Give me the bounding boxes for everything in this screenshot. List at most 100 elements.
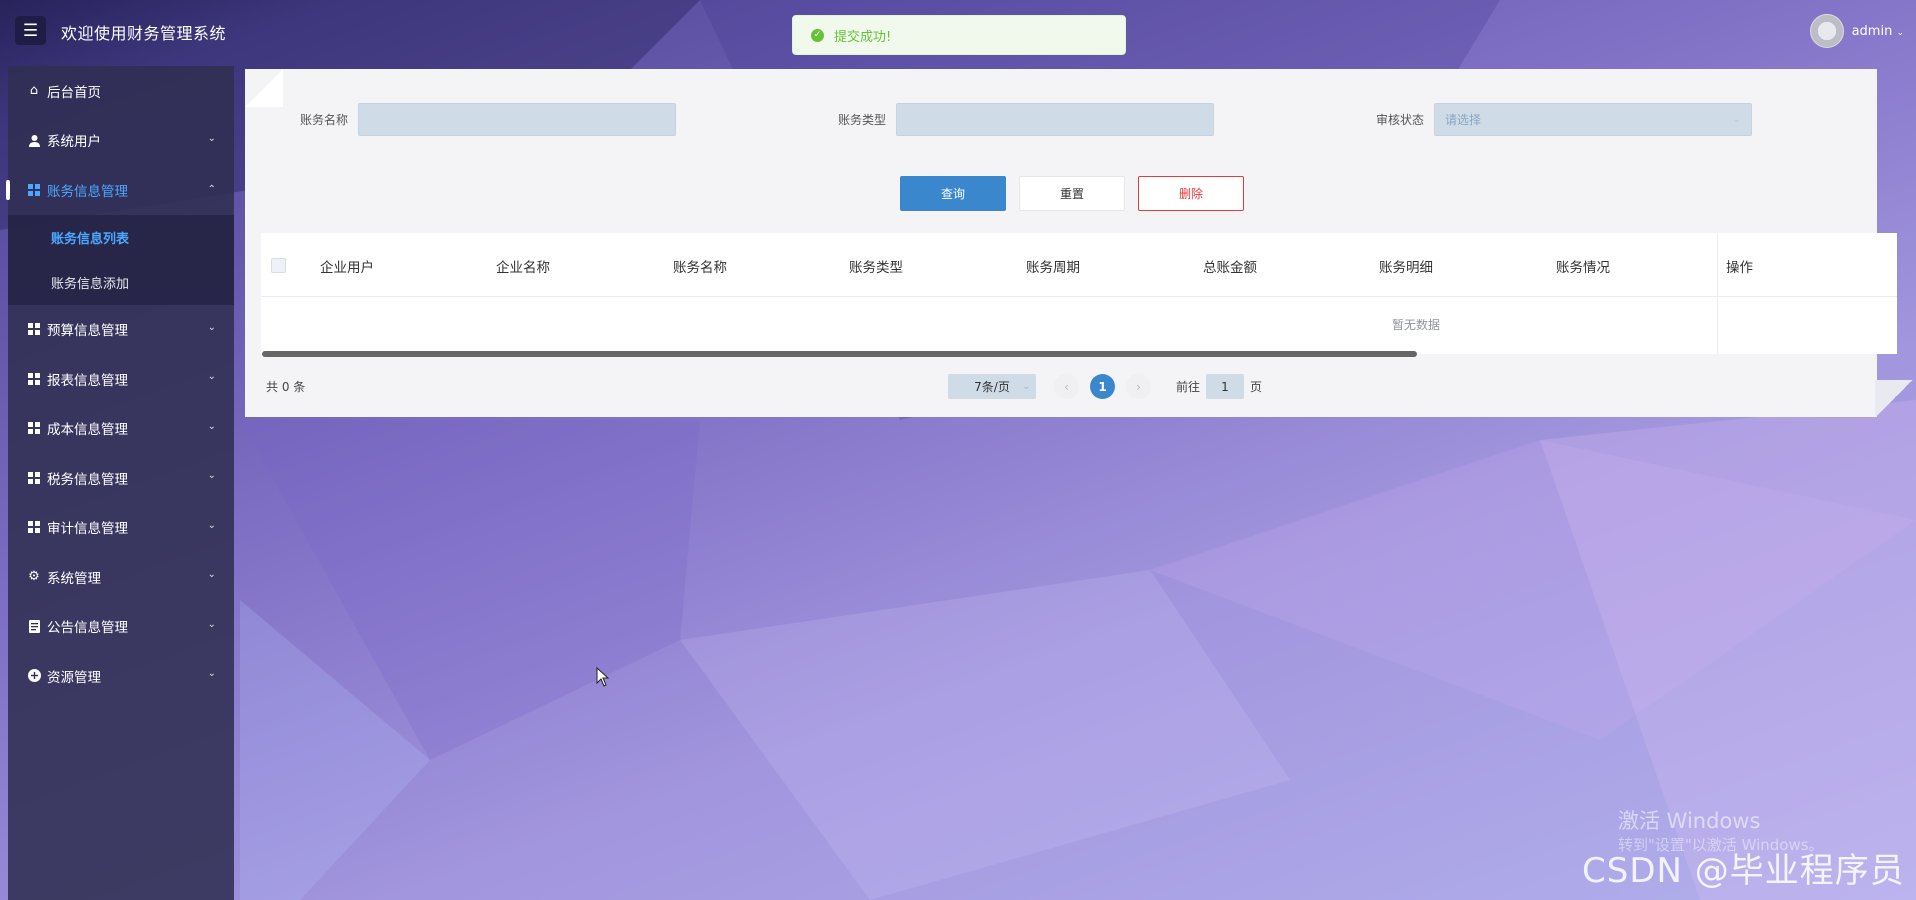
chevron-down-icon: ⌄ [207,668,216,679]
mouse-cursor-icon [596,667,610,687]
sidebar-item-cost[interactable]: 成本信息管理 ⌄ [8,404,234,454]
csdn-watermark: CSDN @毕业程序员 [1582,851,1905,891]
app-title: 欢迎使用财务管理系统 [61,24,227,43]
success-check-icon: ✓ [811,28,824,42]
review-status-select[interactable]: 请选择 ⌄ [1434,102,1753,136]
delete-button[interactable]: 删除 [1138,176,1244,211]
panel-corner-decoration [1875,380,1913,417]
chevron-down-icon: ⌄ [1732,113,1742,125]
avatar[interactable] [1809,14,1844,48]
select-all-checkbox[interactable] [271,258,286,273]
table-header: 企业用户 企业名称 账务名称 账务类型 账务周期 总账金额 账务明细 账务情况 [261,233,1896,297]
sidebar-item-system-management[interactable]: ⚙ 系统管理 ⌄ [8,552,234,602]
sidebar-item-audit[interactable]: 审计信息管理 ⌄ [8,503,234,553]
sidebar-item-tax[interactable]: 税务信息管理 ⌄ [8,453,234,503]
goto-label: 前往 [1176,380,1201,394]
chevron-down-icon: ⌄ [207,569,216,580]
sidebar-item-label: 报表信息管理 [47,372,128,389]
operations-column: 操作 [1717,233,1897,354]
plus-circle-icon [27,669,41,683]
account-name-input[interactable] [358,102,677,136]
goto-page-input[interactable]: 1 [1206,374,1244,399]
sidebar-item-label: 账务信息管理 [47,183,128,200]
chevron-down-icon: ⌄ [207,420,216,432]
grid-icon [27,183,41,197]
user-name[interactable]: admin ⌄ [1852,24,1904,39]
account-name-label: 账务名称 [300,112,349,127]
sidebar-item-label: 系统管理 [47,570,101,587]
chevron-up-icon: ⌃ [207,184,216,195]
gear-icon: ⚙ [28,569,40,585]
page-number-button[interactable]: 1 [1090,374,1115,399]
pagination-total: 共 0 条 [266,380,306,394]
column-header[interactable]: 账务情况 [1556,256,1610,276]
sidebar-item-label: 系统用户 [47,134,101,151]
search-field-account-type: 账务类型 [838,102,1215,136]
chevron-down-icon: ⌄ [207,371,216,382]
column-header[interactable]: 账务明细 [1379,256,1433,276]
page-size-select[interactable]: 7条/页 ⌄ [948,374,1036,399]
grid-icon [27,322,41,336]
column-header[interactable]: 企业名称 [496,256,550,276]
sidebar: ⌂ 后台首页 系统用户 ⌄ 账务信息管理 ⌃ 账务信息列表 账务信息添加 预算信… [6,66,234,900]
page-size-value: 7条/页 [974,380,1010,394]
panel-corner-decoration [245,69,283,107]
sidebar-item-label: 税务信息管理 [47,471,128,488]
prev-page-button[interactable]: ‹ [1054,374,1079,399]
sidebar-item-system-users[interactable]: 系统用户 ⌄ [8,116,234,166]
chevron-down-icon: ⌄ [207,321,216,333]
chevron-down-icon: ⌄ [207,519,216,531]
hamburger-icon[interactable]: ☰ [15,16,46,45]
sidebar-subitem-account-add[interactable]: 账务信息添加 [8,260,234,305]
windows-activation-watermark: 激活 Windows [1618,809,1761,833]
column-header: 操作 [1726,260,1753,276]
column-header[interactable]: 总账金额 [1203,256,1257,276]
chevron-down-icon: ⌄ [1896,27,1904,38]
next-page-button[interactable]: › [1126,374,1151,399]
review-status-placeholder: 请选择 [1445,112,1482,127]
success-toast: ✓ 提交成功! [792,15,1126,55]
search-field-account-name: 账务名称 [300,102,677,136]
sidebar-item-label: 公告信息管理 [47,620,128,637]
toast-message: 提交成功! [834,29,892,45]
submenu-account-management: 账务信息列表 账务信息添加 [8,214,234,305]
goto-suffix: 页 [1250,380,1263,394]
user-icon [27,133,41,147]
sidebar-item-reports[interactable]: 报表信息管理 ⌄ [8,354,234,404]
chevron-left-icon: ‹ [1064,379,1069,394]
user-menu[interactable]: admin ⌄ [1809,10,1904,52]
query-button[interactable]: 查询 [900,176,1006,211]
document-icon [27,619,41,633]
chevron-down-icon: ⌄ [207,470,216,481]
grid-icon [27,471,41,485]
search-field-review-status: 审核状态 请选择 ⌄ [1376,102,1753,136]
chevron-right-icon: › [1136,379,1141,394]
sidebar-item-label: 审计信息管理 [47,521,128,538]
column-header[interactable]: 账务类型 [849,256,903,276]
column-header[interactable]: 账务名称 [673,256,727,276]
grid-icon [27,421,41,435]
sidebar-item-announcements[interactable]: 公告信息管理 ⌄ [8,602,234,652]
grid-icon [27,372,41,386]
column-header[interactable]: 账务周期 [1026,256,1080,276]
sidebar-item-home[interactable]: ⌂ 后台首页 [8,66,234,116]
grid-icon [27,520,41,534]
horizontal-scrollbar[interactable] [262,351,1417,357]
sidebar-subitem-account-list[interactable]: 账务信息列表 [8,215,234,260]
sidebar-item-account-management[interactable]: 账务信息管理 ⌃ [6,165,234,215]
chevron-down-icon: ⌄ [207,132,216,144]
account-type-input[interactable] [896,102,1215,136]
sidebar-item-budget[interactable]: 预算信息管理 ⌄ [8,305,234,355]
reset-button[interactable]: 重置 [1019,176,1125,211]
sidebar-item-label: 资源管理 [47,669,101,686]
chevron-down-icon: ⌄ [1022,381,1030,392]
table-empty-text: 暂无数据 [1392,318,1441,332]
sidebar-item-label: 成本信息管理 [47,422,128,439]
sidebar-item-label: 后台首页 [47,84,101,101]
sidebar-item-label: 预算信息管理 [47,323,128,340]
review-status-label: 审核状态 [1376,112,1425,127]
chevron-down-icon: ⌄ [207,618,216,630]
sidebar-item-resources[interactable]: 资源管理 ⌄ [8,651,234,701]
home-icon: ⌂ [29,83,39,99]
column-header[interactable]: 企业用户 [320,256,374,276]
